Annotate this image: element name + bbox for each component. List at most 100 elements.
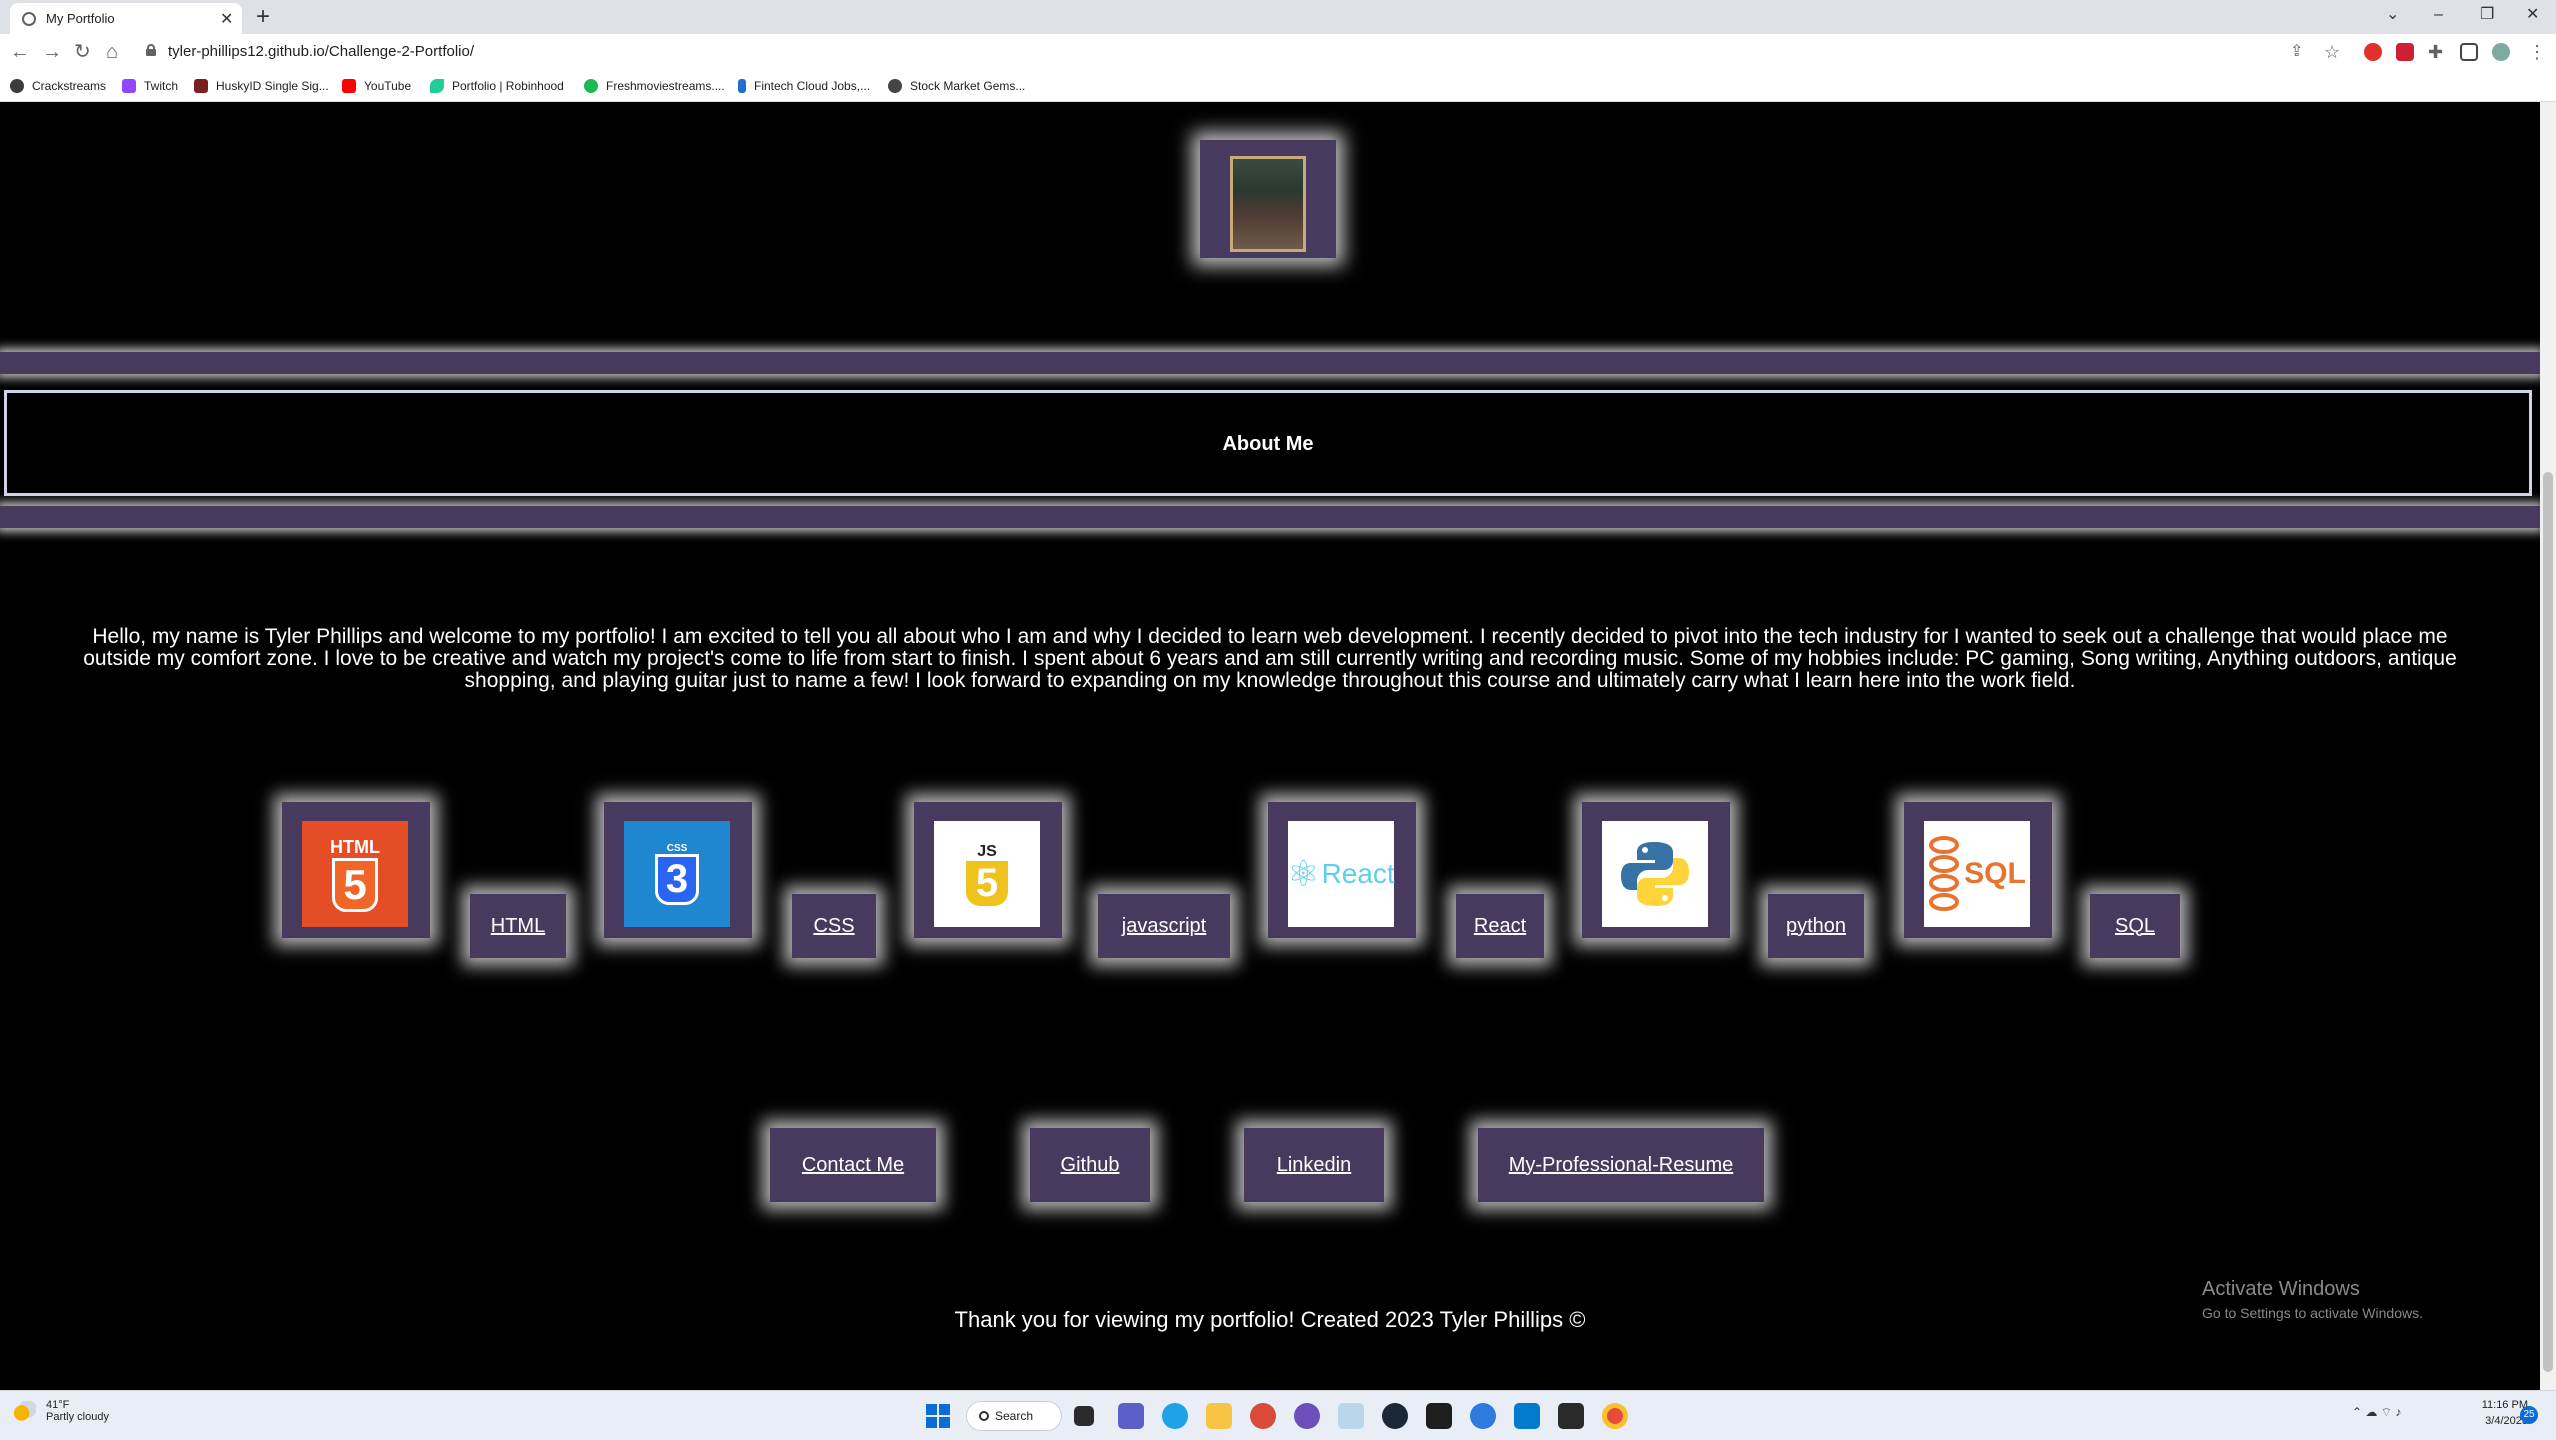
- close-tab-icon[interactable]: ✕: [220, 9, 233, 29]
- app-icon[interactable]: [1558, 1403, 1584, 1429]
- browser-tab[interactable]: My Portfolio ✕: [10, 3, 242, 34]
- terminal-icon[interactable]: [1426, 1403, 1452, 1429]
- html-logo-frame[interactable]: HTML 5: [282, 802, 430, 938]
- tab-search-icon[interactable]: ⌄: [2386, 3, 2399, 27]
- bookmark-item[interactable]: Portfolio | Robinhood: [430, 76, 564, 96]
- css-logo-frame[interactable]: CSS 3: [604, 802, 752, 938]
- steam-icon[interactable]: [1382, 1403, 1408, 1429]
- profile-avatar[interactable]: [2492, 43, 2510, 61]
- vscode-icon[interactable]: [1514, 1403, 1540, 1429]
- notification-badge[interactable]: 25: [2520, 1406, 2538, 1424]
- contact-me-button[interactable]: Contact Me: [770, 1128, 936, 1202]
- reload-icon[interactable]: ↻: [74, 40, 91, 64]
- taskbar-search[interactable]: Search: [966, 1401, 1062, 1431]
- side-panel-icon[interactable]: [2460, 43, 2478, 61]
- html5-logo: HTML 5: [302, 821, 408, 927]
- bookmarks-bar: Crackstreams Twitch HuskyID Single Sig..…: [0, 70, 2556, 102]
- minimize-button[interactable]: –: [2434, 3, 2443, 27]
- fintech-icon: [738, 79, 746, 93]
- javascript-logo-frame[interactable]: JS 5: [914, 802, 1062, 938]
- twitch-icon: [122, 79, 136, 93]
- new-tab-button[interactable]: +: [256, 2, 270, 32]
- python-snakes-icon: [1621, 842, 1689, 906]
- chrome-icon[interactable]: [1602, 1403, 1628, 1429]
- resume-button[interactable]: My-Professional-Resume: [1478, 1128, 1764, 1202]
- edge-icon[interactable]: [1162, 1403, 1188, 1429]
- robinhood-icon: [430, 79, 444, 93]
- home-icon[interactable]: ⌂: [106, 40, 118, 64]
- youtube-icon: [342, 79, 356, 93]
- weather-temperature: 41°F: [46, 1399, 70, 1411]
- about-me-title: About Me: [1222, 433, 1314, 455]
- weather-widget[interactable]: 41°F Partly cloudy: [12, 1399, 109, 1423]
- top-purple-band: [0, 352, 2540, 374]
- close-window-button[interactable]: ✕: [2526, 3, 2539, 27]
- page-scrollbar[interactable]: [2540, 102, 2556, 1390]
- about-me-header: About Me: [4, 390, 2532, 496]
- tab-title: My Portfolio: [46, 11, 115, 26]
- crackstreams-icon: [10, 79, 24, 93]
- taskbar-clock[interactable]: 11:16 PM 3/4/2023: [2462, 1397, 2528, 1429]
- app-icon[interactable]: [1294, 1403, 1320, 1429]
- bookmark-item[interactable]: HuskyID Single Sig...: [194, 76, 329, 96]
- opera-gx-icon[interactable]: [1250, 1403, 1276, 1429]
- skill-link-react[interactable]: React: [1456, 894, 1544, 958]
- extensions-puzzle-icon[interactable]: ✚: [2428, 40, 2443, 64]
- profile-photo: [1230, 156, 1306, 252]
- play-icon: [584, 79, 598, 93]
- bookmark-item[interactable]: Twitch: [122, 76, 178, 96]
- weather-description: Partly cloudy: [46, 1411, 109, 1423]
- bottom-purple-band: [0, 506, 2540, 528]
- huskyid-icon: [194, 79, 208, 93]
- file-explorer-icon[interactable]: [1206, 1403, 1232, 1429]
- task-view-icon[interactable]: [1074, 1406, 1094, 1426]
- globe-icon: [22, 12, 36, 26]
- menu-kebab-icon[interactable]: ⋮: [2528, 40, 2546, 64]
- windows-taskbar: 41°F Partly cloudy Search ⌃ ☁ ⌔ ♪ 11:16 …: [0, 1390, 2556, 1440]
- address-bar[interactable]: tyler-phillips12.github.io/Challenge-2-P…: [168, 43, 474, 60]
- skill-link-sql[interactable]: SQL: [2090, 894, 2180, 958]
- system-tray-icons[interactable]: ⌃ ☁ ⌔ ♪: [2352, 1405, 2401, 1420]
- app-icon[interactable]: [1338, 1403, 1364, 1429]
- skill-link-javascript[interactable]: javascript: [1098, 894, 1230, 958]
- bookmark-item[interactable]: Stock Market Gems...: [888, 76, 1025, 96]
- start-windows-icon[interactable]: [926, 1404, 950, 1428]
- teams-chat-icon[interactable]: [1118, 1403, 1144, 1429]
- linkedin-button[interactable]: Linkedin: [1244, 1128, 1384, 1202]
- bookmark-item[interactable]: Fintech Cloud Jobs,...: [738, 76, 870, 96]
- browser-toolbar: ← → ↻ ⌂ tyler-phillips12.github.io/Chall…: [0, 34, 2556, 70]
- sql-logo: SQL: [1924, 821, 2030, 927]
- back-icon[interactable]: ←: [10, 40, 30, 64]
- bookmark-item[interactable]: Freshmoviestreams....: [584, 76, 725, 96]
- skill-link-css[interactable]: CSS: [792, 894, 876, 958]
- python-logo-frame[interactable]: [1582, 802, 1730, 938]
- python-logo: [1602, 821, 1708, 927]
- bookmark-star-icon[interactable]: ☆: [2324, 40, 2340, 64]
- globe-icon: [888, 79, 902, 93]
- bookmark-item[interactable]: Crackstreams: [10, 76, 106, 96]
- javascript-logo: JS 5: [934, 821, 1040, 927]
- sql-logo-frame[interactable]: SQL: [1904, 802, 2052, 938]
- browser-tab-strip: My Portfolio ✕ + ⌄ – ❐ ✕: [0, 0, 2556, 34]
- github-button[interactable]: Github: [1030, 1128, 1150, 1202]
- react-logo: ⚛ React: [1287, 821, 1395, 927]
- database-icon: [1929, 836, 1960, 911]
- react-logo-frame[interactable]: ⚛ React: [1268, 802, 1416, 938]
- adblock-extension-icon[interactable]: [2364, 43, 2382, 61]
- activate-windows-watermark: Activate Windows Go to Settings to activ…: [2202, 1278, 2423, 1321]
- lock-icon[interactable]: [146, 44, 156, 56]
- skill-link-html[interactable]: HTML: [470, 894, 566, 958]
- bookmark-item[interactable]: YouTube: [342, 76, 411, 96]
- css3-logo: CSS 3: [624, 821, 730, 927]
- maximize-button[interactable]: ❐: [2480, 3, 2494, 27]
- partly-cloudy-icon: [12, 1401, 36, 1421]
- scrollbar-thumb[interactable]: [2543, 472, 2553, 1372]
- intro-paragraph: Hello, my name is Tyler Phillips and wel…: [83, 625, 2457, 692]
- app-icon[interactable]: [1470, 1403, 1496, 1429]
- ublock-extension-icon[interactable]: [2396, 43, 2414, 61]
- forward-icon[interactable]: →: [42, 40, 62, 64]
- profile-photo-frame: [1200, 140, 1336, 258]
- skill-link-python[interactable]: python: [1768, 894, 1864, 958]
- portfolio-page: About Me Hello, my name is Tyler Phillip…: [0, 102, 2540, 1390]
- share-icon[interactable]: ⇪: [2290, 40, 2303, 64]
